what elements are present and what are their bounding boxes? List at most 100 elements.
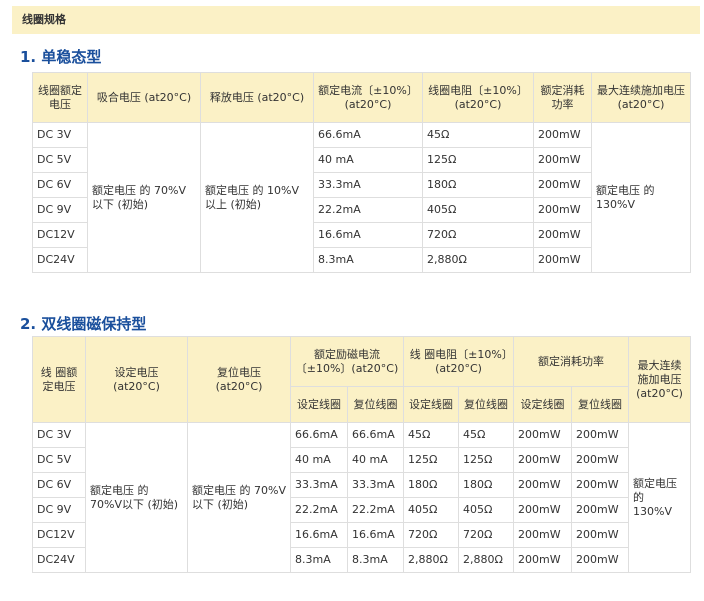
voltage-cell: DC 5V [32, 447, 86, 473]
subheader-reset-coil: 复位线圈 [571, 386, 630, 423]
power-set-cell: 200mW [513, 472, 573, 498]
max-voltage-cell: 额定电压的 130%V [628, 422, 692, 573]
resistance-cell: 2,880Ω [422, 247, 534, 273]
resistance-cell: 720Ω [422, 222, 534, 248]
resistance-cell: 405Ω [422, 197, 534, 223]
power-reset-cell: 200mW [571, 497, 630, 523]
header-max-voltage: 最大连续施加电压 (at20°C) [591, 72, 691, 123]
power-cell: 200mW [533, 147, 592, 173]
section-header: 线圈规格 [12, 6, 700, 34]
header-release-voltage: 释放电压 (at20°C) [200, 72, 314, 123]
resistance-cell: 125Ω [422, 147, 534, 173]
resistance-reset-cell: 180Ω [458, 472, 515, 498]
current-reset-cell: 8.3mA [346, 547, 405, 573]
voltage-cell: DC 6V [32, 172, 88, 198]
header-rated-current: 额定电流〔±10%〕(at20°C) [313, 72, 423, 123]
voltage-cell: DC12V [32, 522, 86, 548]
current-set-cell: 8.3mA [290, 547, 348, 573]
resistance-reset-cell: 405Ω [458, 497, 515, 523]
current-set-cell: 33.3mA [290, 472, 348, 498]
current-reset-cell: 16.6mA [346, 522, 405, 548]
header-coil-voltage: 线圈额定电压 [32, 72, 88, 123]
current-set-cell: 66.6mA [290, 422, 348, 448]
max-voltage-cell: 额定电压 的 130%V [591, 122, 691, 273]
voltage-cell: DC12V [32, 222, 88, 248]
subheader-set-coil: 设定线圈 [513, 386, 573, 423]
power-reset-cell: 200mW [571, 422, 630, 448]
power-reset-cell: 200mW [571, 547, 630, 573]
dual-coil-table: 线 圈额定电压 设定电压 (at20°C) 复位电压 (at20°C) 额定励磁… [32, 336, 692, 573]
subheader-reset-coil: 复位线圈 [346, 386, 405, 423]
resistance-set-cell: 180Ω [403, 472, 460, 498]
current-cell: 66.6mA [313, 122, 423, 148]
power-reset-cell: 200mW [571, 447, 630, 473]
current-cell: 22.2mA [313, 197, 423, 223]
voltage-cell: DC 6V [32, 472, 86, 498]
header-coil-resistance: 线圈电阻〔±10%〕(at20°C) [422, 72, 534, 123]
resistance-reset-cell: 2,880Ω [458, 547, 515, 573]
power-set-cell: 200mW [513, 497, 573, 523]
voltage-cell: DC 9V [32, 497, 86, 523]
current-set-cell: 40 mA [290, 447, 348, 473]
current-cell: 40 mA [313, 147, 423, 173]
reset-voltage-cell: 额定电压 的 70%V以下 (初始) [187, 422, 291, 573]
header-row: 线圈额定电压 吸合电压 (at20°C) 释放电压 (at20°C) 额定电流〔… [32, 72, 691, 123]
header-set-voltage: 设定电压 (at20°C) [85, 336, 188, 423]
release-voltage-cell: 额定电压 的 10%V 以上 (初始) [200, 122, 314, 273]
resistance-reset-cell: 45Ω [458, 422, 515, 448]
subheader-set-coil: 设定线圈 [290, 386, 348, 423]
subheader-set-coil: 设定线圈 [403, 386, 460, 423]
power-reset-cell: 200mW [571, 472, 630, 498]
voltage-cell: DC 3V [32, 122, 88, 148]
current-reset-cell: 66.6mA [346, 422, 405, 448]
power-cell: 200mW [533, 247, 592, 273]
resistance-set-cell: 2,880Ω [403, 547, 460, 573]
current-cell: 16.6mA [313, 222, 423, 248]
voltage-cell: DC24V [32, 247, 88, 273]
resistance-set-cell: 720Ω [403, 522, 460, 548]
resistance-reset-cell: 125Ω [458, 447, 515, 473]
resistance-reset-cell: 720Ω [458, 522, 515, 548]
set-voltage-cell: 额定电压 的 70%V以下 (初始) [85, 422, 188, 573]
power-cell: 200mW [533, 197, 592, 223]
pickup-voltage-cell: 额定电压 的 70%V 以下 (初始) [87, 122, 201, 273]
current-cell: 33.3mA [313, 172, 423, 198]
power-set-cell: 200mW [513, 547, 573, 573]
current-set-cell: 16.6mA [290, 522, 348, 548]
voltage-cell: DC 3V [32, 422, 86, 448]
voltage-cell: DC24V [32, 547, 86, 573]
resistance-set-cell: 45Ω [403, 422, 460, 448]
header-rated-power: 额定消耗功率 [513, 336, 630, 387]
resistance-set-cell: 405Ω [403, 497, 460, 523]
resistance-cell: 45Ω [422, 122, 534, 148]
current-reset-cell: 33.3mA [346, 472, 405, 498]
power-set-cell: 200mW [513, 447, 573, 473]
power-cell: 200mW [533, 172, 592, 198]
header-pickup-voltage: 吸合电压 (at20°C) [87, 72, 201, 123]
header-max-voltage: 最大连续 施加电压(at20°C) [628, 336, 692, 423]
header-row: 线 圈额定电压 设定电压 (at20°C) 复位电压 (at20°C) 额定励磁… [32, 336, 692, 423]
resistance-set-cell: 125Ω [403, 447, 460, 473]
single-stable-heading: 1. 单稳态型 [20, 48, 102, 66]
table-row: DC 3V 额定电压 的 70%V 以下 (初始) 额定电压 的 10%V 以上… [32, 122, 691, 273]
power-set-cell: 200mW [513, 522, 573, 548]
header-excitation-current: 额定励磁电流〔±10%〕(at20°C) [289, 336, 405, 387]
header-rated-power: 额定消耗功率 [533, 72, 592, 123]
header-reset-voltage: 复位电压 (at20°C) [187, 336, 291, 423]
current-reset-cell: 22.2mA [346, 497, 405, 523]
current-cell: 8.3mA [313, 247, 423, 273]
header-coil-voltage: 线 圈额定电压 [32, 336, 86, 423]
power-set-cell: 200mW [513, 422, 573, 448]
voltage-cell: DC 5V [32, 147, 88, 173]
subheader-reset-coil: 复位线圈 [458, 386, 515, 423]
header-coil-resistance: 线 圈电阻〔±10%〕(at20°C) [403, 336, 515, 387]
current-set-cell: 22.2mA [290, 497, 348, 523]
table-row: DC 3V 额定电压 的 70%V以下 (初始) 额定电压 的 70%V以下 (… [32, 422, 692, 573]
single-stable-table: 线圈额定电压 吸合电压 (at20°C) 释放电压 (at20°C) 额定电流〔… [32, 72, 691, 273]
dual-coil-latching-heading: 2. 双线圈磁保持型 [20, 315, 147, 333]
resistance-cell: 180Ω [422, 172, 534, 198]
current-reset-cell: 40 mA [346, 447, 405, 473]
power-cell: 200mW [533, 122, 592, 148]
voltage-cell: DC 9V [32, 197, 88, 223]
power-reset-cell: 200mW [571, 522, 630, 548]
